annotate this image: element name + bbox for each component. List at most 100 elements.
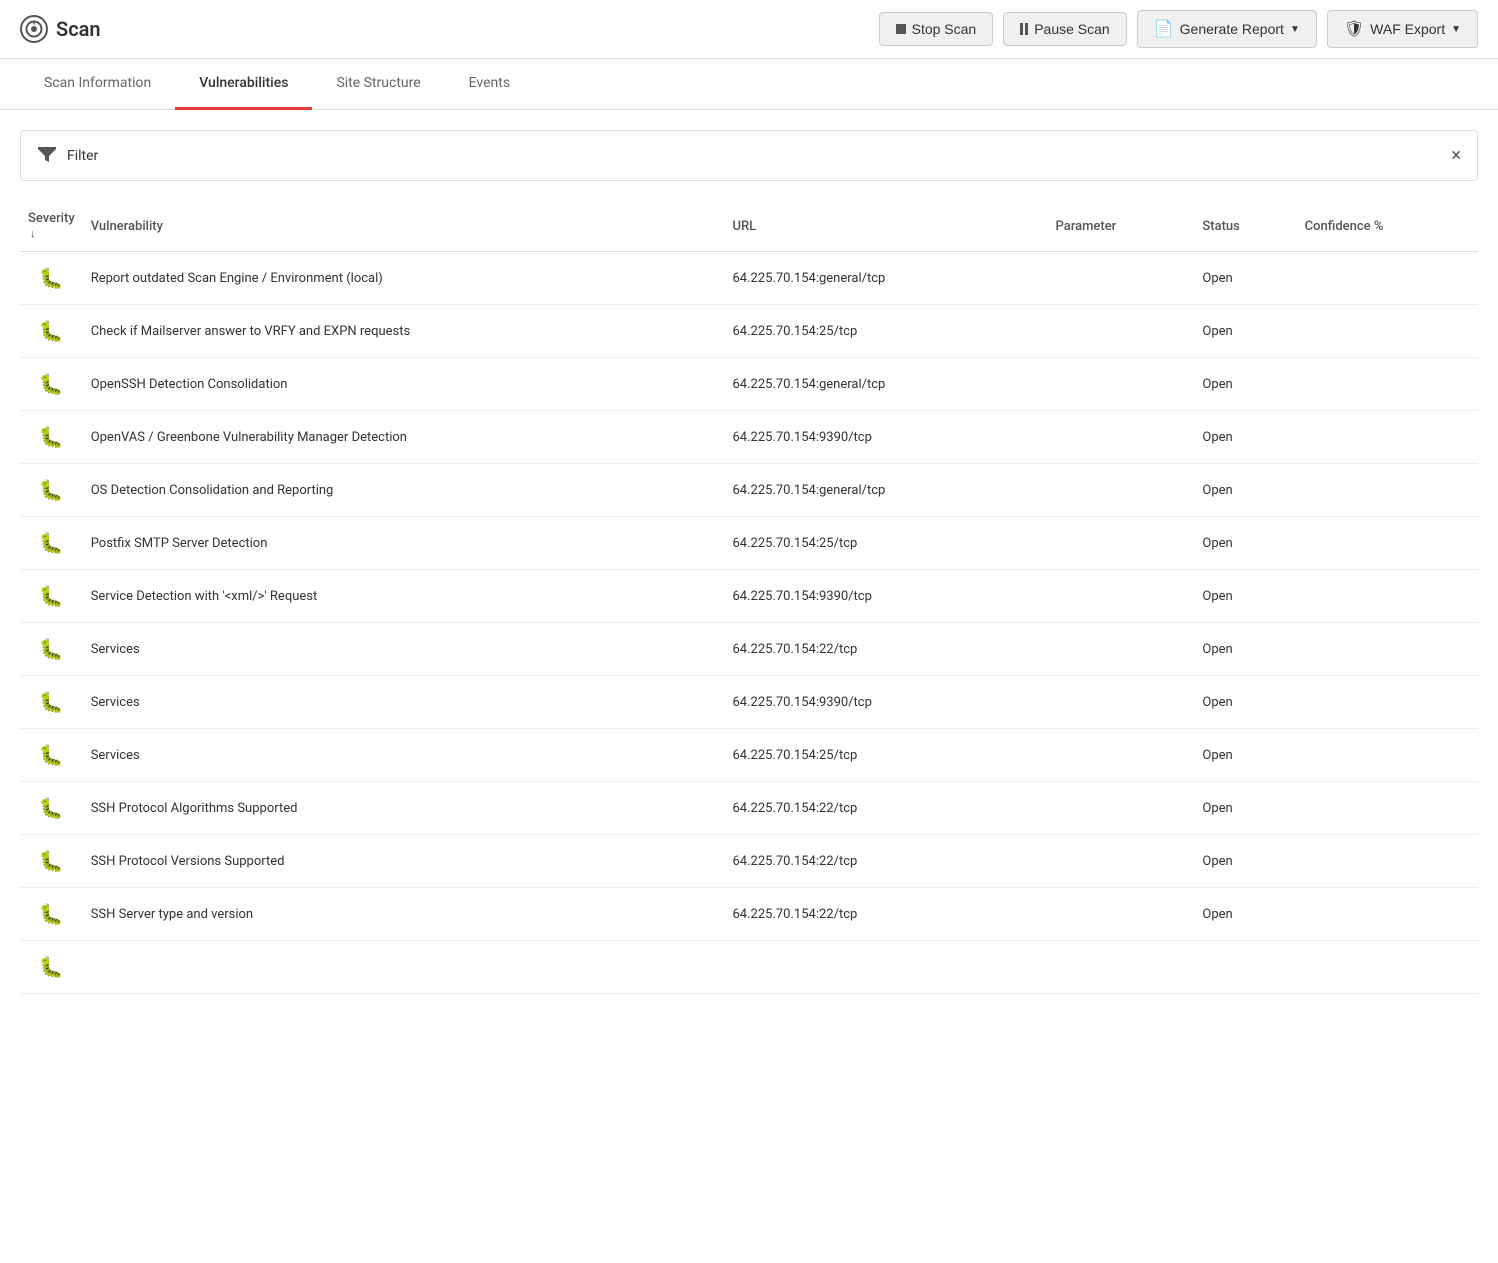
parameter-cell [1048,782,1195,835]
severity-cell: 🐛 [20,835,83,888]
parameter-cell [1048,729,1195,782]
severity-cell: 🐛 [20,464,83,517]
parameter-cell [1048,464,1195,517]
severity-icon: 🐛 [39,849,64,873]
main-content: Filter × Severity ↓ Vulnerability URL Pa… [0,110,1498,1014]
table-row[interactable]: 🐛 OpenVAS / Greenbone Vulnerability Manag… [20,411,1478,464]
confidence-cell [1297,676,1478,729]
waf-dropdown-arrow: ▼ [1451,24,1461,35]
pause-scan-button[interactable]: Pause Scan [1003,12,1127,46]
status-cell: Open [1194,623,1296,676]
tab-vulnerabilities[interactable]: Vulnerabilities [175,59,312,110]
severity-cell: 🐛 [20,729,83,782]
vulnerability-cell: Report outdated Scan Engine / Environmen… [83,252,725,305]
vulnerability-cell: Service Detection with '<xml/>' Request [83,570,725,623]
parameter-cell [1048,570,1195,623]
url-cell: 64.225.70.154:general/tcp [724,464,1047,517]
status-cell: Open [1194,888,1296,941]
pause-icon [1020,23,1028,35]
table-row[interactable]: 🐛Services64.225.70.154:22/tcpOpen [20,623,1478,676]
confidence-cell [1297,570,1478,623]
table-row[interactable]: 🐛Report outdated Scan Engine / Environme… [20,252,1478,305]
url-cell: 64.225.70.154:9390/tcp [724,676,1047,729]
generate-report-button[interactable]: 📄 Generate Report ▼ [1137,10,1317,48]
confidence-cell [1297,411,1478,464]
confidence-cell [1297,623,1478,676]
vulnerability-cell: OS Detection Consolidation and Reporting [83,464,725,517]
table-row[interactable]: 🐛SSH Protocol Versions Supported64.225.7… [20,835,1478,888]
parameter-cell [1048,676,1195,729]
table-row[interactable]: 🐛Postfix SMTP Server Detection64.225.70.… [20,517,1478,570]
confidence-cell [1297,888,1478,941]
url-cell: 64.225.70.154:general/tcp [724,252,1047,305]
col-vulnerability: Vulnerability [83,201,725,252]
url-cell: 64.225.70.154:22/tcp [724,888,1047,941]
app-logo: Scan [20,15,879,43]
severity-cell: 🐛 [20,782,83,835]
url-cell: 64.225.70.154:22/tcp [724,623,1047,676]
report-icon: 📄 [1154,19,1174,39]
vulnerability-cell: SSH Server type and version [83,888,725,941]
tab-site-structure[interactable]: Site Structure [312,59,444,110]
confidence-cell [1297,517,1478,570]
confidence-cell [1297,252,1478,305]
table-row[interactable]: 🐛Service Detection with '<xml/>' Request… [20,570,1478,623]
filter-label: Filter [67,148,98,164]
url-cell: 64.225.70.154:22/tcp [724,835,1047,888]
severity-icon: 🐛 [39,743,64,767]
col-url: URL [724,201,1047,252]
status-cell: Open [1194,729,1296,782]
severity-cell: 🐛 [20,570,83,623]
parameter-cell [1048,835,1195,888]
table-row[interactable]: 🐛 [20,941,1478,994]
table-row[interactable]: 🐛Services64.225.70.154:9390/tcpOpen [20,676,1478,729]
status-cell: Open [1194,676,1296,729]
vulnerability-cell: OpenSSH Detection Consolidation [83,358,725,411]
col-severity[interactable]: Severity ↓ [20,201,83,252]
status-cell: Open [1194,252,1296,305]
report-dropdown-arrow: ▼ [1290,24,1300,35]
vulnerability-cell: Check if Mailserver answer to VRFY and E… [83,305,725,358]
url-cell: 64.225.70.154:25/tcp [724,305,1047,358]
col-confidence: Confidence % [1297,201,1478,252]
table-row[interactable]: 🐛SSH Protocol Algorithms Supported64.225… [20,782,1478,835]
status-cell: Open [1194,835,1296,888]
url-cell: 64.225.70.154:general/tcp [724,358,1047,411]
table-row[interactable]: 🐛 Check if Mailserver answer to VRFY and … [20,305,1478,358]
vulnerability-cell: OpenVAS / Greenbone Vulnerability Manage… [83,411,725,464]
table-row[interactable]: 🐛OS Detection Consolidation and Reportin… [20,464,1478,517]
stop-scan-button[interactable]: Stop Scan [879,12,994,46]
filter-left: Filter [37,143,98,168]
tab-events[interactable]: Events [445,59,534,110]
filter-icon [37,143,57,168]
parameter-cell [1048,358,1195,411]
waf-export-button[interactable]: 🛡 WAF Export ▼ [1327,10,1478,48]
tab-scan-information[interactable]: Scan Information [20,59,175,110]
status-cell: Open [1194,782,1296,835]
table-header-row: Severity ↓ Vulnerability URL Parameter S… [20,201,1478,252]
url-cell: 64.225.70.154:22/tcp [724,782,1047,835]
col-parameter: Parameter [1048,201,1195,252]
table-row[interactable]: 🐛 SSH Server type and version64.225.70.15… [20,888,1478,941]
url-cell: 64.225.70.154:9390/tcp [724,411,1047,464]
severity-cell: 🐛 [20,358,83,411]
severity-cell: 🐛 [20,305,83,358]
status-cell: Open [1194,411,1296,464]
parameter-cell [1048,305,1195,358]
vulnerability-cell: Services [83,676,725,729]
severity-icon: 🐛 [39,425,64,449]
severity-icon: 🐛 [39,902,64,926]
pause-scan-label: Pause Scan [1034,21,1110,37]
severity-icon: 🐛 [39,372,64,396]
parameter-cell [1048,411,1195,464]
severity-icon: 🐛 [39,531,64,555]
vulnerabilities-table: Severity ↓ Vulnerability URL Parameter S… [20,201,1478,994]
table-row[interactable]: 🐛 OpenSSH Detection Consolidation64.225.7… [20,358,1478,411]
url-cell: 64.225.70.154:9390/tcp [724,570,1047,623]
table-row[interactable]: 🐛Services64.225.70.154:25/tcpOpen [20,729,1478,782]
logo-icon [20,15,48,43]
confidence-cell [1297,782,1478,835]
severity-icon: 🐛 [39,955,64,979]
severity-icon: 🐛 [39,319,64,343]
filter-close-button[interactable]: × [1451,145,1461,166]
